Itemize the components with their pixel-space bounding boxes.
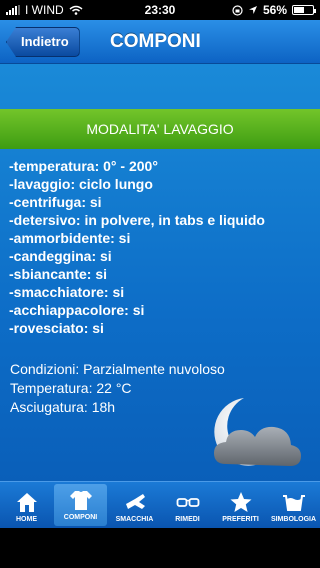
spec-item: -smacchiatore: si (9, 284, 125, 300)
spec-item: -rovesciato: si (9, 320, 104, 336)
washtub-icon (282, 495, 305, 511)
spec-item: -candeggina: si (9, 248, 112, 264)
main-content: MODALITA' LAVAGGIO -temperatura: 0° - 20… (0, 64, 320, 481)
spec-item: -acchiappacolore: si (9, 302, 145, 318)
page-title: COMPONI (110, 31, 201, 52)
glasses-icon (176, 498, 199, 507)
tab-simbologia[interactable]: SIMBOLOGIA (267, 482, 320, 528)
battery-icon (292, 5, 316, 15)
mode-header: MODALITA' LAVAGGIO (0, 109, 320, 149)
spec-item: -detersivo: in polvere, in tabs e liquid… (9, 212, 265, 228)
spec-item: -ammorbidente: si (9, 230, 131, 246)
weather-info: Condizioni: Parzialmente nuvoloso Temper… (10, 360, 225, 417)
moon-cloud-icon (214, 398, 301, 466)
tab-preferiti[interactable]: PREFERITI (214, 482, 267, 528)
spec-list: -temperatura: 0° - 200° -lavaggio: ciclo… (9, 157, 265, 337)
tab-bar: HOME COMPONI SMACCHIA RIMEDI PREFERITI S… (0, 481, 320, 528)
tab-label: SMACCHIA (115, 516, 154, 523)
tab-label: COMPONI (63, 514, 98, 521)
battery-percent: 56% (262, 3, 287, 17)
location-icon (248, 6, 257, 14)
spec-item: -lavaggio: ciclo lungo (9, 176, 153, 192)
weather-drying: Asciugatura: 18h (10, 399, 116, 415)
status-bar: I WIND 23:30 56% (0, 0, 320, 20)
star-icon (230, 492, 251, 512)
tab-smacchia[interactable]: SMACCHIA (108, 482, 161, 528)
screen-bottom (0, 528, 320, 568)
tab-label: RIMEDI (175, 516, 200, 523)
weather-conditions: Condizioni: Parzialmente nuvoloso (10, 361, 225, 377)
tab-home[interactable]: HOME (0, 482, 53, 528)
spec-item: -temperatura: 0° - 200° (9, 158, 158, 174)
tab-label: PREFERITI (222, 516, 259, 523)
weather-temperature: Temperatura: 22 °C (10, 380, 132, 396)
navigation-bar: Indietro COMPONI (0, 20, 320, 64)
shirt-icon (69, 491, 92, 510)
tab-componi[interactable]: COMPONI (54, 484, 107, 526)
tab-label: SIMBOLOGIA (270, 516, 317, 523)
back-button[interactable]: Indietro (6, 27, 80, 57)
tab-rimedi[interactable]: RIMEDI (161, 482, 214, 528)
spec-item: -centrifuga: si (9, 194, 102, 210)
spec-item: -sbiancante: si (9, 266, 108, 282)
home-icon (16, 493, 37, 512)
stain-icon (125, 494, 145, 509)
status-right: 56% (232, 3, 316, 17)
rotation-lock-icon (232, 4, 243, 16)
tab-label: HOME (16, 516, 37, 523)
